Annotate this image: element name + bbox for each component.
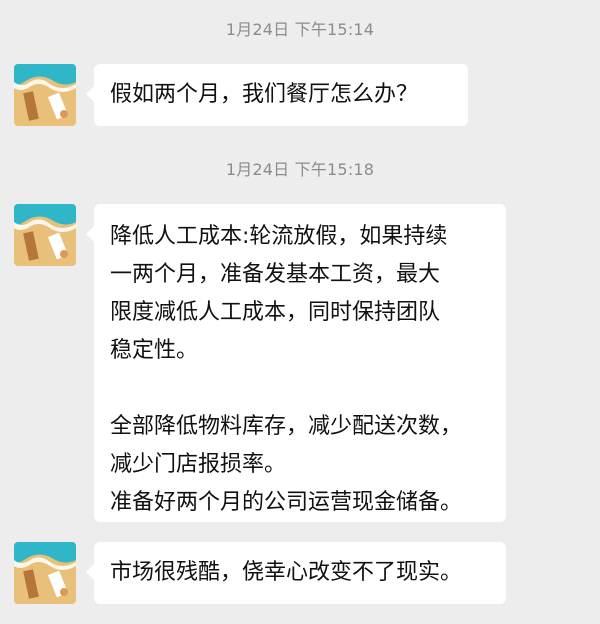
message-text: 市场很残酷，侥幸心改变不了现实。 <box>110 560 463 585</box>
message-text-line: 减少门店报损率。 <box>110 452 287 477</box>
message-text-line: 降低人工成本:轮流放假，如果持续 <box>110 224 448 249</box>
message-text-line: 一两个月，准备发基本工资，最大 <box>110 262 441 287</box>
beach-avatar-icon <box>14 64 76 126</box>
message-text-line: 稳定性。 <box>110 338 199 363</box>
message-text-line: 全部降低物料库存，减少配送次数， <box>110 414 463 439</box>
message-bubble[interactable]: 市场很残酷，侥幸心改变不了现实。 <box>86 542 506 604</box>
message-bubble[interactable]: 降低人工成本:轮流放假，如果持续 一两个月，准备发基本工资，最大 限度减低人工成… <box>86 204 506 522</box>
timestamp: 1月24日 下午15:18 <box>225 160 375 179</box>
timestamp: 1月24日 下午15:14 <box>225 20 375 39</box>
beach-avatar-icon <box>14 542 76 604</box>
message-text: 假如两个月，我们餐厅怎么办？ <box>110 82 419 107</box>
message-bubble[interactable]: 假如两个月，我们餐厅怎么办？ <box>86 64 468 126</box>
message-text-line: 限度减低人工成本，同时保持团队 <box>110 300 441 325</box>
sender-avatar[interactable] <box>14 64 76 126</box>
beach-avatar-icon <box>14 204 76 266</box>
sender-avatar[interactable] <box>14 542 76 604</box>
sender-avatar[interactable] <box>14 204 76 266</box>
message-text-line: 准备好两个月的公司运营现金储备。 <box>110 490 463 515</box>
